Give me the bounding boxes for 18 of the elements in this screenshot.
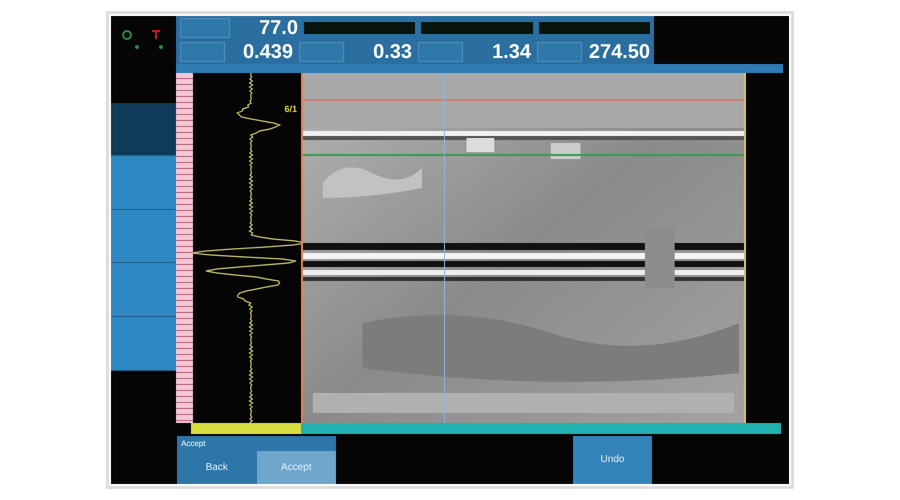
cursor-line[interactable]: [303, 154, 744, 156]
cursor-line[interactable]: [744, 72, 746, 423]
sidebar-button[interactable]: [111, 316, 176, 371]
reading-value: 0.439: [242, 40, 293, 64]
sidebar-button[interactable]: [111, 210, 176, 264]
sidebar-button[interactable]: [111, 156, 176, 210]
action-button[interactable]: Accept: [256, 450, 336, 484]
reading-value: 274.50: [588, 40, 650, 64]
reading-value: 1.34: [491, 40, 531, 64]
sidebar-button[interactable]: [111, 102, 176, 156]
gain-value: 77.0: [258, 16, 298, 40]
reading-value: 0.33: [372, 40, 412, 64]
cursor-line[interactable]: [444, 72, 445, 423]
cursor-line[interactable]: [303, 98, 744, 101]
gate-label: 6/1: [284, 104, 297, 114]
sidebar-button[interactable]: [111, 263, 176, 317]
undo-button[interactable]: Undo: [573, 436, 652, 484]
prompt-text: Accept: [180, 438, 206, 450]
